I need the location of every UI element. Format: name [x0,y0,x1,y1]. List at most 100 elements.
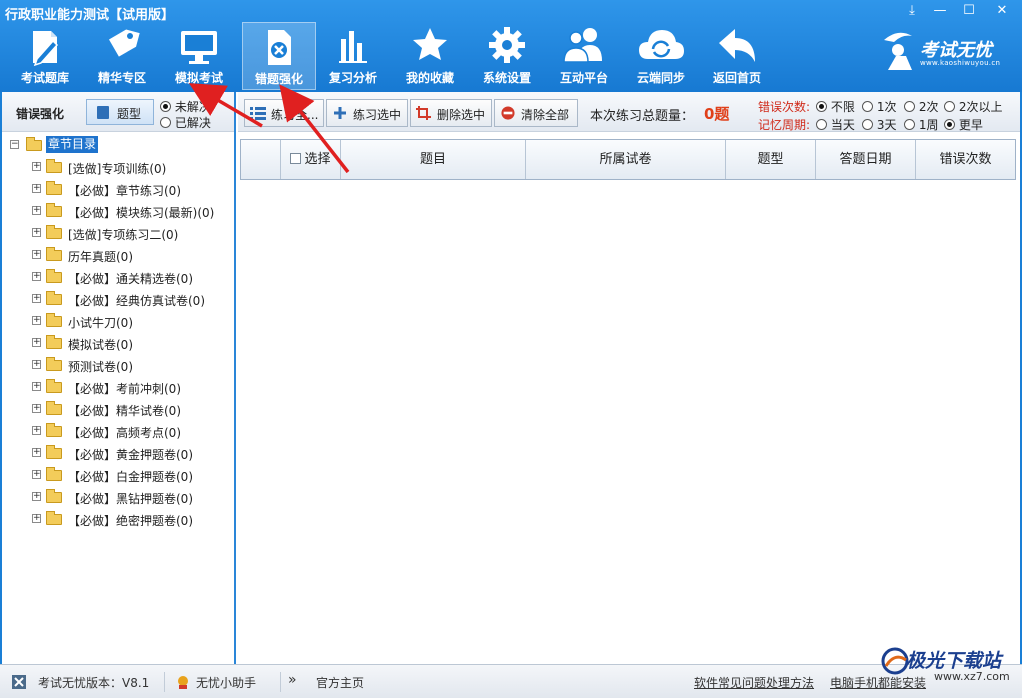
filter-unsolved[interactable]: 未解决 [160,98,211,115]
expand-icon[interactable]: + [32,338,41,347]
clear-all-button[interactable]: 清除全部 [494,99,578,127]
filter-solved[interactable]: 已解决 [160,114,211,131]
helper-link[interactable]: 无忧小助手 [196,674,256,691]
tree-item[interactable]: + 历年真题(0) [32,245,232,265]
tree-item[interactable]: + 【必做】精华试卷(0) [32,399,232,419]
tree-item[interactable]: + 【必做】白金押题卷(0) [32,465,232,485]
column-header-select[interactable]: 选择 [281,140,341,179]
tree-item[interactable]: + [选做]专项练习二(0) [32,223,232,243]
expand-icon[interactable]: + [32,228,41,237]
tree-item[interactable]: + 小试牛刀(0) [32,311,232,331]
error-count-more[interactable]: 2次以上 [944,98,1002,115]
expand-icon[interactable]: + [32,316,41,325]
nav-fanhui[interactable]: 返回首页 [700,22,774,90]
expand-icon[interactable]: + [32,206,41,215]
folder-icon [46,489,62,503]
nav-shoucang[interactable]: 我的收藏 [393,22,467,90]
error-count-1[interactable]: 1次 [862,98,896,115]
column-header-error-count[interactable]: 错误次数 [916,140,1015,179]
tree-item-label: [选做]专项训练(0) [68,162,167,176]
folder-icon [46,181,62,195]
watermark-text: 极光下载站 [906,650,1002,672]
expand-icon[interactable]: + [32,184,41,193]
practice-selected-button[interactable]: 练习选中 [326,99,408,127]
expand-icon[interactable]: + [32,360,41,369]
tree-item[interactable]: + 预测试卷(0) [32,355,232,375]
error-count-any[interactable]: 不限 [816,98,855,115]
double-chevron-icon: » [288,672,297,688]
maximize-icon[interactable]: ☐ [955,0,983,22]
expand-icon[interactable]: + [32,426,41,435]
nav-fuxi[interactable]: 复习分析 [316,22,390,90]
homepage-link[interactable]: 官方主页 [316,674,364,691]
memory-earlier[interactable]: 更早 [944,116,983,133]
nav-label: 返回首页 [712,71,761,85]
expand-icon[interactable]: + [32,294,41,303]
tree-item-label: 小试牛刀(0) [68,316,133,330]
expand-icon[interactable]: + [32,272,41,281]
tree-item[interactable]: + 【必做】通关精选卷(0) [32,267,232,287]
folder-icon [46,379,62,393]
expand-icon[interactable]: + [32,404,41,413]
nav-shezhi[interactable]: 系统设置 [470,22,544,90]
window-title: 行政职业能力测试【试用版】 [5,8,175,23]
radio-icon [862,119,873,130]
expand-icon[interactable]: + [32,382,41,391]
select-all-checkbox[interactable] [290,153,302,164]
tree-item[interactable]: + 【必做】黄金押题卷(0) [32,443,232,463]
nav-jinghua[interactable]: 精华专区 [85,22,159,90]
list-icon [250,107,266,120]
column-label: 答题日期 [839,152,892,167]
tree-item[interactable]: + 【必做】高频考点(0) [32,421,232,441]
tree-item[interactable]: + 【必做】考前冲刺(0) [32,377,232,397]
nav-moni[interactable]: 模拟考试 [162,22,236,90]
memory-3days[interactable]: 3天 [862,116,896,133]
download-icon[interactable]: ⤓ [898,0,926,22]
left-panel-title: 错误强化 [16,107,65,121]
memory-1week[interactable]: 1周 [904,116,938,133]
filter-label: 未解决 [174,100,211,114]
expand-icon[interactable]: + [32,162,41,171]
practice-all-button[interactable]: 练习全... [244,99,324,127]
tree-item[interactable]: + [选做]专项训练(0) [32,157,232,177]
nav-hudong[interactable]: 互动平台 [547,22,621,90]
nav-cuoti[interactable]: 错题强化 [242,22,316,90]
collapse-icon[interactable]: − [10,140,19,149]
tree-root-label: 章节目录 [46,136,99,153]
nav-yunduan[interactable]: 云端同步 [624,22,698,90]
tree-item[interactable]: + 【必做】章节练习(0) [32,179,232,199]
expand-icon[interactable]: + [32,250,41,259]
expand-icon[interactable]: + [32,514,41,523]
tree-item-label: 【必做】考前冲刺(0) [68,382,181,396]
tree-item[interactable]: + 【必做】模块练习(最新)(0) [32,201,232,221]
memory-today[interactable]: 当天 [816,116,855,133]
minimize-icon[interactable]: — [926,0,954,22]
close-icon[interactable]: ✕ [988,0,1016,22]
radio-icon [944,101,955,112]
tree-item[interactable]: + 【必做】经典仿真试卷(0) [32,289,232,309]
error-count-2[interactable]: 2次 [904,98,938,115]
nav-kaoshitiku[interactable]: 考试题库 [8,22,82,90]
expand-icon[interactable]: + [32,448,41,457]
tree-item[interactable]: + 【必做】黑钻押题卷(0) [32,487,232,507]
type-button[interactable]: 题型 [86,99,154,125]
pin-icon [334,107,346,119]
delete-selected-button[interactable]: 删除选中 [410,99,492,127]
radio-icon [944,119,955,130]
folder-icon [46,467,62,481]
right-panel: 练习全... 练习选中 删除选中 清除全部 本次练习总题量： 0题 错误次数: … [238,92,1020,664]
nav-label: 模拟考试 [174,71,223,85]
expand-icon[interactable]: + [32,492,41,501]
expand-icon[interactable]: + [32,470,41,479]
column-header-question[interactable]: 题目 [341,140,526,179]
column-header-date[interactable]: 答题日期 [816,140,916,179]
total-value: 0题 [704,105,730,123]
column-header-paper[interactable]: 所属试卷 [526,140,726,179]
tree-root[interactable]: − 章节目录 [10,135,110,155]
faq-link[interactable]: 软件常见问题处理方法 [694,674,814,691]
option-label: 3天 [876,118,897,132]
tree-item[interactable]: + 模拟试卷(0) [32,333,232,353]
column-header-blank [241,140,281,179]
column-header-type[interactable]: 题型 [726,140,816,179]
tree-item[interactable]: + 【必做】绝密押题卷(0) [32,509,232,529]
